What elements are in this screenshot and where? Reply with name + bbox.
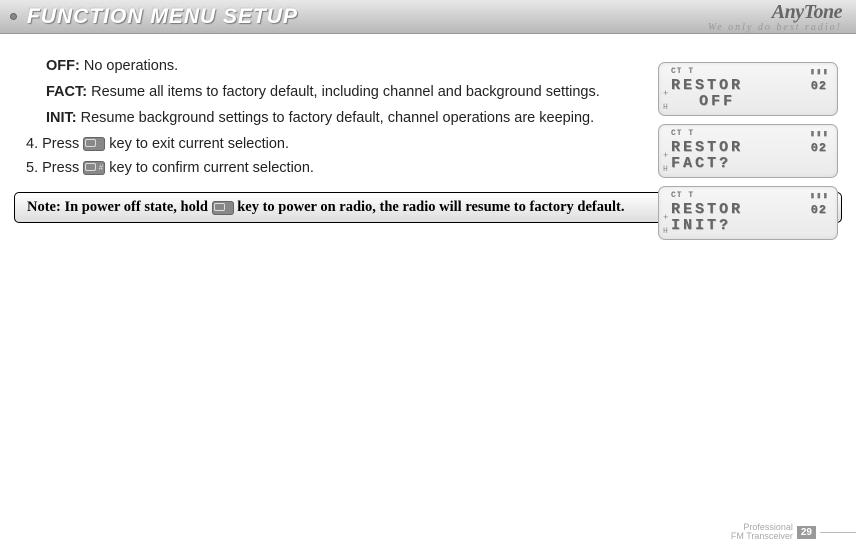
step-5-num: 5.	[26, 160, 38, 176]
footer-rule	[820, 532, 856, 533]
step-4: 4. Press key to exit current selection.	[26, 134, 606, 154]
lcd-t-icon: T	[688, 129, 694, 138]
option-off-text: No operations.	[84, 58, 178, 74]
footer-line2: FM Transceiver	[731, 532, 793, 541]
option-fact-text: Resume all items to factory default, inc…	[91, 84, 600, 100]
step-4-post: key to exit current selection.	[109, 136, 289, 152]
lcd-side-icon: +	[663, 151, 668, 161]
lcd-1-top: CT T ▮▮▮	[671, 67, 829, 77]
header-bullet-icon	[10, 13, 17, 20]
option-fact-label: FACT:	[46, 84, 87, 100]
option-init-label: INIT:	[46, 110, 77, 126]
brand-logo: AnyTone	[772, 1, 842, 24]
lcd-2: CT T ▮▮▮ + RESTOR 02 FACT? H	[658, 124, 838, 178]
step-5-pre: Press	[42, 160, 83, 176]
header-bar: FUNCTION MENU SETUP AnyTone We only do b…	[0, 0, 856, 34]
battery-icon: ▮▮▮	[810, 67, 829, 77]
step-5-post: key to confirm current selection.	[109, 160, 314, 176]
option-init: INIT: Resume background settings to fact…	[46, 108, 606, 128]
lcd-side-icon: +	[663, 89, 668, 99]
footer-text: Professional FM Transceiver	[731, 523, 793, 541]
option-fact: FACT: Resume all items to factory defaul…	[46, 82, 606, 102]
note-key-icon	[212, 201, 234, 215]
lcd-h-icon: H	[663, 227, 668, 236]
option-off-label: OFF:	[46, 58, 80, 74]
esc-key-icon	[83, 137, 105, 151]
step-5: 5. Press key to confirm current selectio…	[26, 158, 606, 178]
lcd-1: CT T ▮▮▮ + RESTOR 02 OFF H	[658, 62, 838, 116]
lcd-3: CT T ▮▮▮ + RESTOR 02 INIT? H	[658, 186, 838, 240]
lcd-ct-icon: CT	[671, 129, 683, 138]
step-4-num: 4.	[26, 136, 38, 152]
lcd-h-icon: H	[663, 165, 668, 174]
lcd-group: CT T ▮▮▮ + RESTOR 02 OFF H CT T ▮▮▮ + RE…	[658, 62, 838, 240]
page-number: 29	[797, 526, 816, 539]
lcd-ct-icon: CT	[671, 67, 683, 76]
lcd-t-icon: T	[688, 67, 694, 76]
lcd-side-icon: +	[663, 213, 668, 223]
lcd-2-top: CT T ▮▮▮	[671, 129, 829, 139]
lcd-t-icon: T	[688, 191, 694, 200]
lcd-2-line2: FACT?	[671, 156, 829, 171]
ent-key-icon	[83, 161, 105, 175]
brand-tagline: We only do best radio!	[708, 22, 842, 33]
option-off: OFF: No operations.	[46, 56, 606, 76]
page-title: FUNCTION MENU SETUP	[27, 5, 298, 29]
footer: Professional FM Transceiver 29	[731, 523, 856, 541]
option-init-text: Resume background settings to factory de…	[81, 110, 594, 126]
lcd-1-line2: OFF	[671, 94, 829, 109]
lcd-1-line1: RESTOR	[671, 78, 829, 93]
lcd-2-line1: RESTOR	[671, 140, 829, 155]
lcd-3-line1: RESTOR	[671, 202, 829, 217]
battery-icon: ▮▮▮	[810, 129, 829, 139]
lcd-3-val: 02	[811, 204, 827, 216]
battery-icon: ▮▮▮	[810, 191, 829, 201]
step-4-pre: Press	[42, 136, 83, 152]
note-pre: Note: In power off state, hold	[27, 199, 212, 215]
lcd-1-val: 02	[811, 80, 827, 92]
lcd-3-top: CT T ▮▮▮	[671, 191, 829, 201]
note-post: key to power on radio, the radio will re…	[237, 199, 624, 215]
lcd-h-icon: H	[663, 103, 668, 112]
brand-block: AnyTone We only do best radio!	[708, 0, 842, 34]
options-block: OFF: No operations. FACT: Resume all ite…	[46, 56, 606, 178]
lcd-3-line2: INIT?	[671, 218, 829, 233]
lcd-2-val: 02	[811, 142, 827, 154]
lcd-ct-icon: CT	[671, 191, 683, 200]
